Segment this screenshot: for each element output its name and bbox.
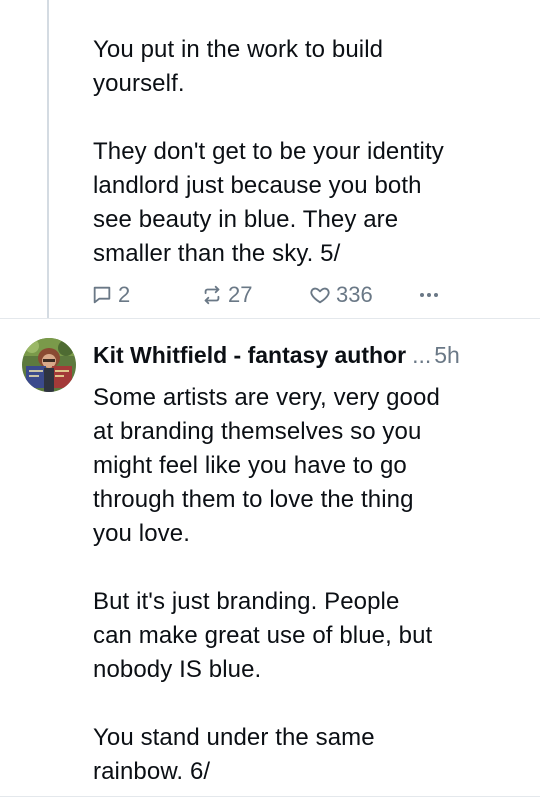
repost-count: 27 <box>228 282 253 307</box>
like-icon <box>309 284 331 306</box>
post-divider <box>0 318 540 319</box>
thread-line <box>47 0 49 318</box>
post-timestamp[interactable]: 5h <box>434 342 460 369</box>
more-options-button[interactable] <box>417 278 441 312</box>
more-icon <box>417 284 441 306</box>
repost-icon <box>201 284 223 306</box>
like-button[interactable]: 336 <box>309 278 373 312</box>
reply-icon <box>91 284 113 306</box>
avatar[interactable] <box>22 338 76 392</box>
like-count: 336 <box>336 282 373 307</box>
post-header: Kit Whitfield - fantasy author ... 5h <box>93 338 523 372</box>
reply-button[interactable]: 2 <box>91 278 130 312</box>
post-actions: 2 27 336 <box>91 278 491 312</box>
post-text: You put in the work to build yourself. T… <box>93 36 444 267</box>
reply-count: 2 <box>118 282 131 307</box>
post-text: Some artists are very, very good at bran… <box>93 384 440 785</box>
header-ellipsis: ... <box>412 341 432 368</box>
author-name[interactable]: Kit Whitfield - fantasy author <box>93 342 406 369</box>
repost-button[interactable]: 27 <box>201 278 252 312</box>
